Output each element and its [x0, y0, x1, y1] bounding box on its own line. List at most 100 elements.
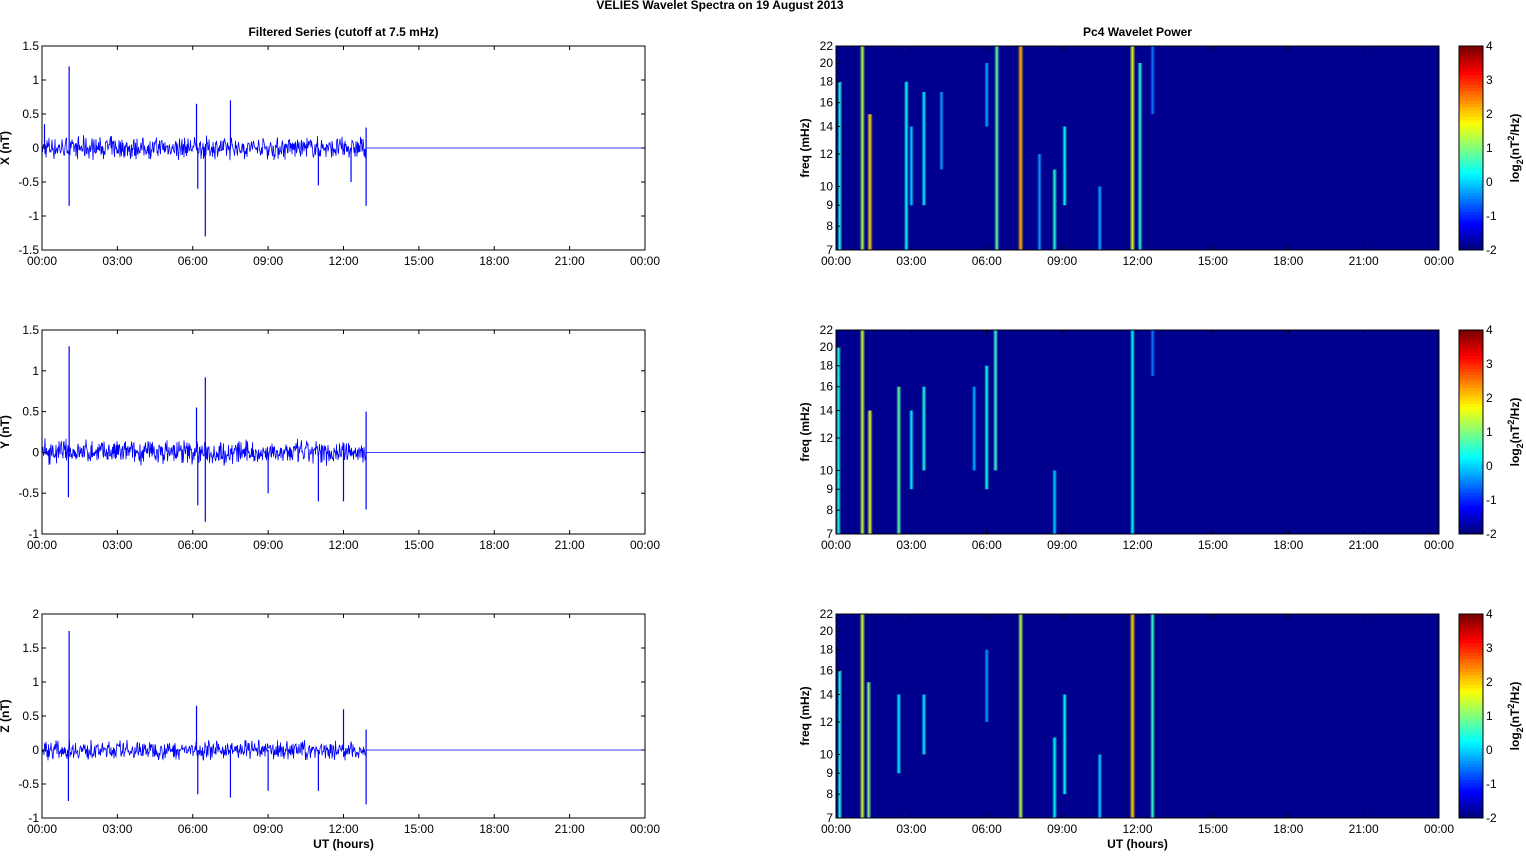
colorbar-cell: [1459, 492, 1483, 497]
colorbar-cell: [1459, 365, 1483, 369]
colorbar-cell: [1459, 518, 1483, 522]
y-tick-label: 22: [820, 39, 834, 53]
wavelet-burst: [1017, 46, 1024, 250]
colorbar-cell: [1459, 432, 1483, 436]
x-tick-label: 12:00: [328, 538, 358, 552]
y-tick-label: 16: [820, 96, 834, 110]
colorbar-tick-label: -2: [1486, 243, 1497, 257]
colorbar-cell: [1459, 208, 1483, 213]
colorbar-cell: [1459, 377, 1483, 382]
x-tick-label: 03:00: [896, 822, 926, 836]
colorbar-tick-label: 1: [1486, 709, 1493, 723]
y-tick-label: 0.5: [22, 107, 39, 121]
colorbar-cell: [1459, 709, 1483, 714]
colorbar-cell: [1459, 782, 1483, 787]
colorbar-cell: [1459, 393, 1483, 398]
panel-title: Pc4 Wavelet Power: [1083, 25, 1192, 39]
colorbar-cell: [1459, 467, 1483, 471]
x-tick-label: 09:00: [1047, 822, 1077, 836]
x-tick-label: 15:00: [404, 254, 434, 268]
y-tick-label: -1: [28, 209, 39, 223]
colorbar-cell: [1459, 703, 1483, 707]
colorbar-cell: [1459, 195, 1483, 200]
colorbar-cell: [1459, 170, 1483, 174]
colorbar-tick-label: 0: [1486, 459, 1493, 473]
x-tick-label: 00:00: [821, 254, 851, 268]
y-tick-label: 1.5: [22, 39, 39, 53]
colorbar-cell: [1459, 176, 1483, 181]
x-tick-label: 18:00: [479, 254, 509, 268]
colorbar-label: log2(nT2/Hz): [1506, 682, 1525, 751]
colorbar-cell: [1459, 390, 1483, 395]
x-tick-label: 18:00: [1273, 254, 1303, 268]
y-axis-label: freq (mHz): [798, 402, 812, 461]
y-tick-label: 10: [820, 179, 834, 193]
colorbar-tick-label: 2: [1486, 107, 1493, 121]
y-tick-label: 8: [826, 787, 833, 801]
y-tick-label: 1.5: [22, 323, 39, 337]
wavelet-panel-2: 78910121416182022freq (mHz)-2-101234log2…: [798, 323, 1525, 552]
x-tick-label: 15:00: [1198, 254, 1228, 268]
colorbar-cell: [1459, 684, 1483, 688]
x-tick-label: 00:00: [1424, 254, 1454, 268]
y-tick-label: -0.5: [18, 175, 39, 189]
colorbar-cell: [1459, 614, 1483, 618]
colorbar-cell: [1459, 479, 1483, 484]
colorbar-cell: [1459, 97, 1483, 101]
colorbar-tick-label: -2: [1486, 811, 1497, 825]
colorbar-cell: [1459, 671, 1483, 676]
colorbar-cell: [1459, 46, 1483, 50]
colorbar-cell: [1459, 495, 1483, 500]
wavelet-burst: [1150, 46, 1155, 115]
colorbar-cell: [1459, 122, 1483, 127]
colorbar-cell: [1459, 645, 1483, 650]
x-tick-label: 06:00: [178, 254, 208, 268]
series-panel-3: -1-0.500.511.52Z (nT)00:0003:0006:0009:0…: [0, 607, 660, 851]
colorbar-cell: [1459, 483, 1483, 487]
colorbar-cell: [1459, 128, 1483, 133]
x-tick-label: 09:00: [253, 822, 283, 836]
colorbar-cell: [1459, 211, 1483, 216]
colorbar-cell: [1459, 677, 1483, 682]
colorbar-cell: [1459, 214, 1483, 219]
y-tick-label: 12: [820, 147, 834, 161]
wavelet-burst: [994, 46, 1000, 250]
colorbar-cell: [1459, 141, 1483, 146]
colorbar-cell: [1459, 633, 1483, 637]
colorbar-cell: [1459, 387, 1483, 392]
x-tick-label: 18:00: [1273, 822, 1303, 836]
colorbar-cell: [1459, 620, 1483, 625]
x-tick-label: 09:00: [253, 254, 283, 268]
colorbar-tick-label: 1: [1486, 141, 1493, 155]
x-tick-label: 18:00: [479, 822, 509, 836]
wavelet-burst: [1052, 470, 1058, 534]
colorbar-cell: [1459, 100, 1483, 104]
wavelet-burst: [1052, 737, 1058, 818]
y-tick-label: 0.5: [22, 709, 39, 723]
x-tick-label: 00:00: [27, 822, 57, 836]
colorbar-cell: [1459, 617, 1483, 621]
colorbar-cell: [1459, 754, 1483, 758]
x-tick-label: 18:00: [479, 538, 509, 552]
colorbar-cell: [1459, 425, 1483, 430]
colorbar-cell: [1459, 416, 1483, 420]
wavelet-panel-3: 78910121416182022freq (mHz)-2-101234log2…: [798, 607, 1525, 851]
colorbar-cell: [1459, 460, 1483, 465]
colorbar-cell: [1459, 381, 1483, 385]
colorbar-cell: [1459, 186, 1483, 190]
y-tick-label: 9: [826, 198, 833, 212]
x-tick-label: 00:00: [630, 254, 660, 268]
colorbar-cell: [1459, 345, 1483, 350]
colorbar-cell: [1459, 658, 1483, 663]
y-tick-label: 0.5: [22, 405, 39, 419]
x-tick-label: 15:00: [404, 822, 434, 836]
colorbar-tick-label: 2: [1486, 391, 1493, 405]
panel-title: Filtered Series (cutoff at 7.5 mHz): [248, 25, 438, 39]
colorbar: -2 -1 0 1 2 3 4 log2(nT2/Hz): [1458, 39, 1525, 257]
y-axis-label: Z (nT): [0, 699, 12, 732]
wavelet-burst: [903, 81, 909, 250]
colorbar-cell: [1459, 160, 1483, 165]
wavelet-burst: [971, 386, 977, 471]
colorbar-cell: [1459, 84, 1483, 88]
colorbar-cell: [1459, 473, 1483, 478]
